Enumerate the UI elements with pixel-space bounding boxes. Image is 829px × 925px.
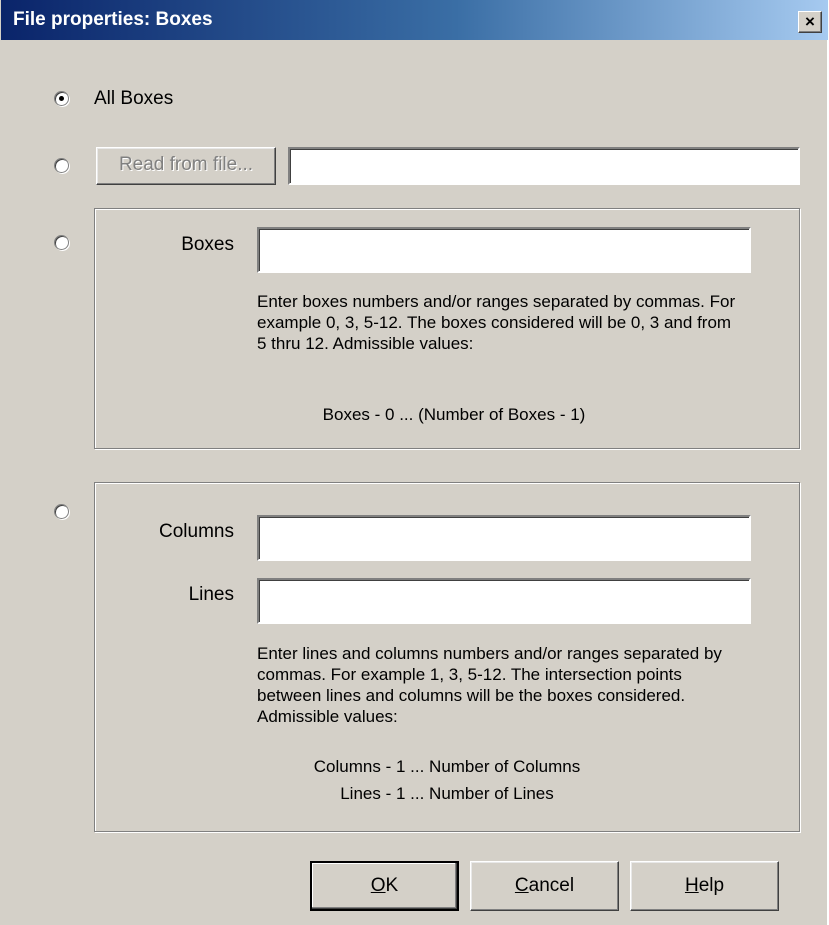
columns-lines-group: Columns Lines Enter lines and columns nu… [94, 482, 800, 832]
columns-range-text: Columns - 1 ... Number of Columns [313, 757, 581, 776]
lines-input[interactable] [257, 578, 751, 624]
read-from-file-path-input[interactable] [288, 147, 800, 185]
cancel-label: ancel [528, 875, 575, 896]
ok-label: K [385, 875, 399, 896]
help-button[interactable]: Help [630, 861, 779, 911]
radio-read-from-file[interactable] [54, 158, 69, 173]
help-mnemonic: H [684, 875, 699, 896]
boxes-range-text: Boxes - 0 ... (Number of Boxes - 1) [322, 405, 586, 424]
window-title: File properties: Boxes [13, 9, 213, 30]
ok-mnemonic: O [370, 875, 386, 896]
cancel-mnemonic: C [514, 875, 529, 896]
boxes-input[interactable] [257, 227, 751, 273]
close-icon: × [805, 12, 815, 31]
close-button[interactable]: × [798, 11, 822, 33]
ok-button[interactable]: OK [310, 861, 459, 911]
boxes-group: Boxes Enter boxes numbers and/or ranges … [94, 208, 800, 449]
help-label: elp [698, 875, 725, 896]
boxes-label: Boxes [181, 234, 234, 255]
all-boxes-label[interactable]: All Boxes [94, 88, 173, 110]
columns-label: Columns [159, 521, 234, 542]
read-from-file-button-label: Read from file... [118, 154, 254, 175]
radio-all-boxes[interactable] [54, 91, 69, 106]
boxes-help-text: Enter boxes numbers and/or ranges separa… [257, 292, 736, 353]
dialog-window: File properties: Boxes × All Boxes Read … [0, 0, 828, 925]
radio-boxes[interactable] [54, 235, 69, 250]
columns-lines-help-text: Enter lines and columns numbers and/or r… [257, 644, 722, 726]
lines-range-text: Lines - 1 ... Number of Lines [340, 784, 554, 803]
radio-columns-lines[interactable] [54, 504, 69, 519]
read-from-file-button[interactable]: Read from file... [96, 147, 276, 185]
columns-input[interactable] [257, 515, 751, 561]
cancel-button[interactable]: Cancel [470, 861, 619, 911]
lines-label: Lines [188, 584, 234, 605]
title-bar[interactable]: File properties: Boxes × [1, 0, 828, 40]
